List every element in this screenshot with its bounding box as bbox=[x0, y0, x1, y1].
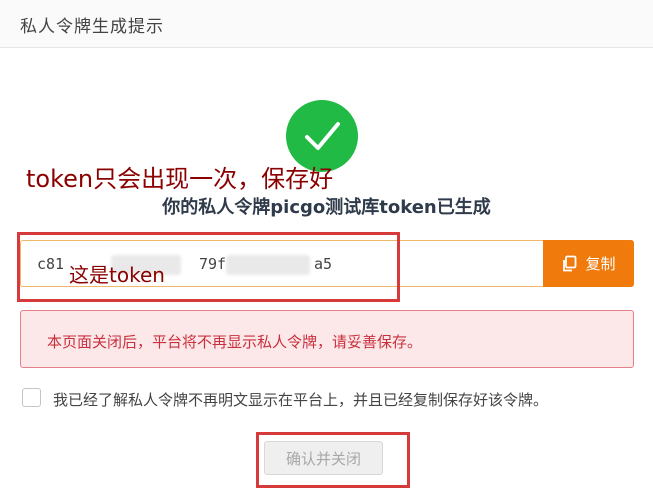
annotation-frame-button bbox=[256, 432, 410, 488]
alert-message: 本页面关闭后，平台将不再显示私人令牌，请妥善保存。 bbox=[47, 333, 423, 351]
annotation-frame-token bbox=[17, 232, 400, 302]
copy-button-label: 复制 bbox=[585, 255, 616, 273]
agreement-label[interactable]: 我已经了解私人令牌不再明文显示在平台上，并且已经复制保存好该令牌。 bbox=[53, 389, 548, 410]
annotation-top-note: token只会出现一次，保存好 bbox=[26, 165, 334, 193]
agreement-checkbox[interactable] bbox=[22, 388, 41, 407]
copy-button[interactable]: 复制 bbox=[543, 240, 634, 287]
warning-alert: 本页面关闭后，平台将不再显示私人令牌，请妥善保存。 bbox=[20, 310, 634, 368]
result-title: 你的私人令牌picgo测试库token已生成 bbox=[162, 197, 491, 218]
dialog-title: 私人令牌生成提示 bbox=[20, 17, 164, 37]
success-check-icon bbox=[286, 100, 358, 172]
dialog-header: 私人令牌生成提示 bbox=[0, 0, 653, 48]
copy-icon bbox=[563, 255, 577, 271]
